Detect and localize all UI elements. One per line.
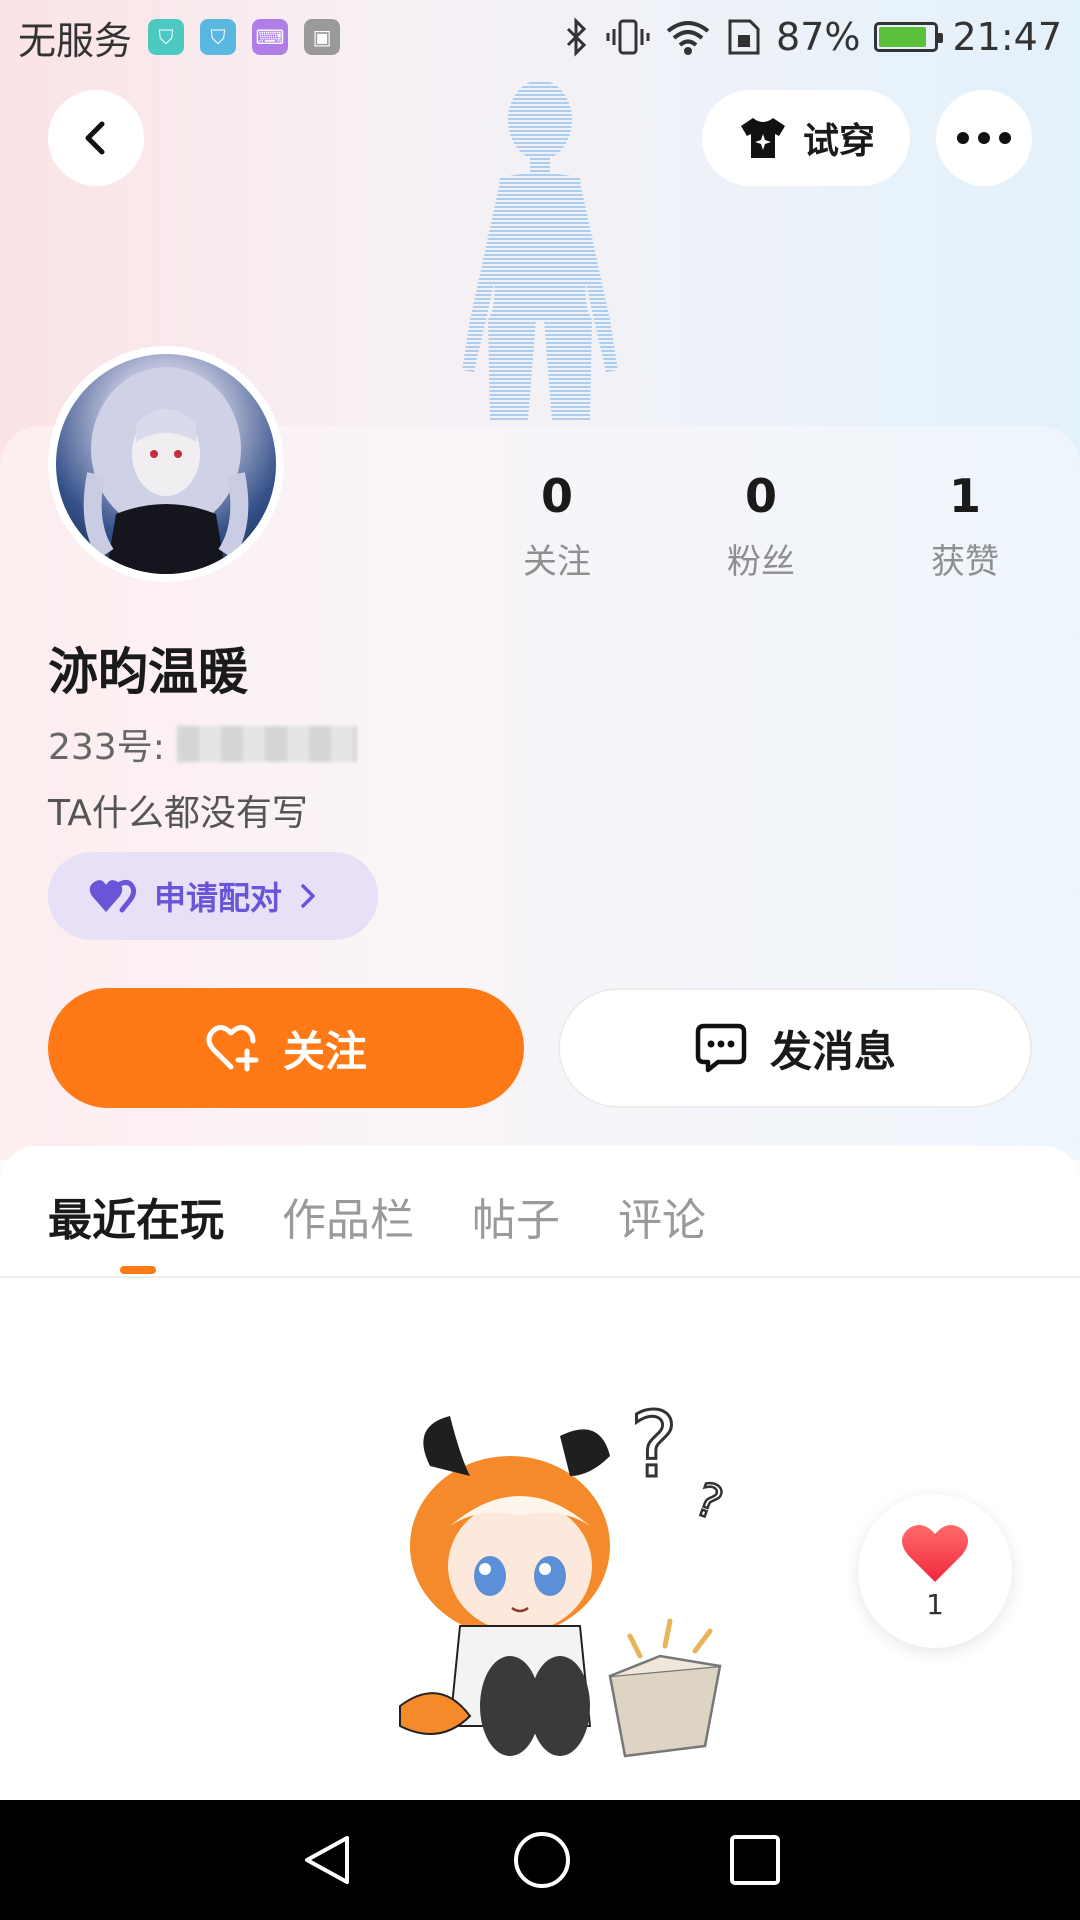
heart-pair-icon: [89, 879, 137, 913]
battery-icon: [874, 22, 944, 52]
tab-works[interactable]: 作品栏: [282, 1184, 414, 1248]
follow-label: 关注: [282, 1026, 367, 1076]
gallery-app-icon: ▣: [304, 19, 341, 55]
back-button[interactable]: [48, 90, 144, 186]
bluetooth-icon: [566, 17, 587, 57]
username: 洂昀温暖: [48, 643, 248, 701]
chat-bubble-icon: [695, 1023, 747, 1073]
heart-plus-icon: [206, 1025, 259, 1072]
user-id-line: 233号:: [48, 718, 357, 770]
profile-stats: 0 关注 0 粉丝 1 获赞: [0, 466, 1080, 586]
chevron-left-icon: [85, 121, 105, 155]
more-dots-icon: [957, 132, 1011, 144]
following-stat[interactable]: 0 关注: [477, 466, 637, 583]
avatar-hologram-figure: [462, 80, 618, 420]
like-count: 1: [926, 1587, 944, 1621]
nav-home-icon[interactable]: [513, 1831, 571, 1889]
try-on-button[interactable]: 试穿: [702, 90, 910, 186]
sim-icon: [728, 19, 760, 55]
vibrate-icon: [606, 19, 650, 55]
shield-app-icon: ⛉: [200, 19, 237, 55]
battery-percent: 87%: [776, 15, 861, 59]
request-pair-button[interactable]: 申请配对: [48, 852, 378, 940]
svg-text:?: ?: [630, 1393, 678, 1498]
nav-recents-icon[interactable]: [729, 1834, 781, 1886]
heart-icon: [902, 1524, 968, 1582]
user-id-redacted: [176, 726, 357, 762]
system-navigation-bar: [0, 1800, 1080, 1920]
tab-comments[interactable]: 评论: [618, 1184, 706, 1248]
following-count: 0: [540, 469, 573, 523]
tshirt-sparkle-icon: [740, 118, 785, 158]
tabs-divider: [0, 1276, 1080, 1278]
followers-stat[interactable]: 0 粉丝: [681, 466, 841, 583]
chevron-right-icon: [301, 884, 315, 908]
more-button[interactable]: [936, 90, 1032, 186]
message-button[interactable]: 发消息: [558, 988, 1032, 1108]
profile-tabs: 最近在玩 作品栏 帖子 评论: [48, 1184, 706, 1248]
following-label: 关注: [523, 542, 591, 582]
likes-label: 获赞: [931, 542, 999, 582]
followers-count: 0: [744, 469, 777, 523]
tab-recently-played[interactable]: 最近在玩: [48, 1184, 224, 1248]
message-label: 发消息: [769, 1026, 896, 1076]
followers-label: 粉丝: [727, 542, 795, 582]
empty-state-illustration: ? ?: [399, 1392, 731, 1758]
like-floating-button[interactable]: 1: [858, 1494, 1012, 1648]
likes-count: 1: [948, 469, 981, 523]
follow-button[interactable]: 关注: [48, 988, 524, 1108]
keyboard-app-icon: ⌨: [252, 19, 289, 55]
tab-posts[interactable]: 帖子: [472, 1184, 560, 1248]
user-id-label: 233号:: [48, 727, 165, 768]
nav-back-icon[interactable]: [299, 1832, 355, 1888]
content-panel: 最近在玩 作品栏 帖子 评论 ? ?: [0, 1146, 1080, 1800]
shield-app-icon: ⛉: [148, 19, 185, 55]
carrier-text: 无服务: [18, 18, 133, 63]
clock-time: 21:47: [952, 15, 1062, 59]
likes-stat[interactable]: 1 获赞: [885, 466, 1045, 583]
svg-text:?: ?: [688, 1472, 729, 1531]
request-pair-label: 申请配对: [154, 879, 283, 917]
active-tab-indicator: [120, 1266, 156, 1274]
try-on-label: 试穿: [802, 121, 875, 162]
wifi-icon: [666, 21, 710, 55]
status-bar: 无服务 ⛉ ⛉ ⌨ ▣ 87% 21:47: [0, 0, 1080, 74]
user-bio: TA什么都没有写: [48, 793, 308, 834]
